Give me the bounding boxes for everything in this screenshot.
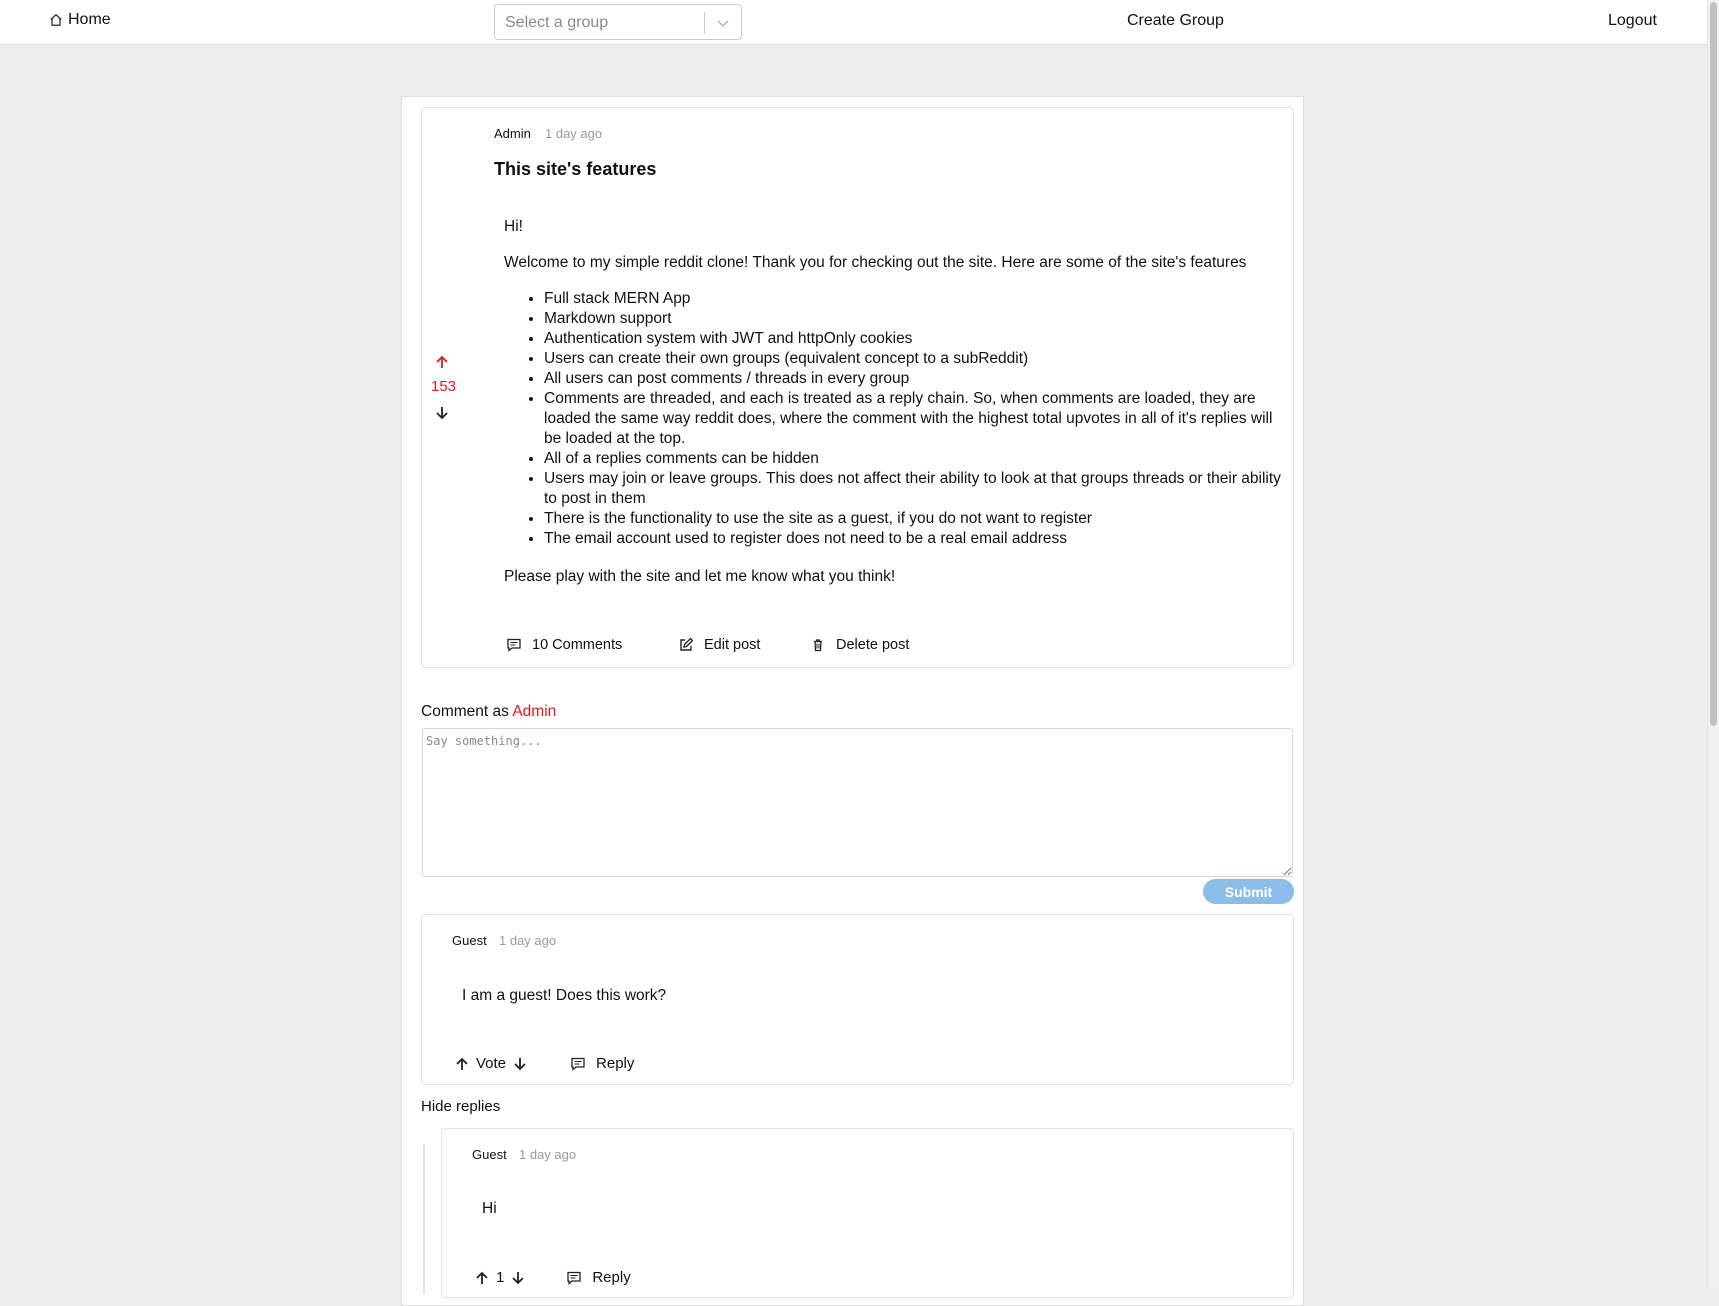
top-navbar: Home Select a group Create Group Logout: [0, 0, 1707, 45]
comment-icon: [567, 1271, 581, 1285]
home-link[interactable]: Home: [49, 11, 111, 29]
comment-icon: [571, 1057, 585, 1071]
delete-post-button[interactable]: Delete post: [810, 637, 909, 653]
comments-count-label: 10 Comments: [532, 637, 623, 653]
comment-timestamp: 1 day ago: [519, 1147, 577, 1162]
feature-item: Full stack MERN App: [544, 289, 1284, 309]
chevron-down-icon[interactable]: [715, 15, 731, 31]
thread-line[interactable]: [423, 1144, 425, 1294]
feature-list: Full stack MERN App Markdown support Aut…: [504, 289, 1284, 549]
comment-vote-label: Vote: [476, 1055, 507, 1072]
create-group-link[interactable]: Create Group: [1127, 12, 1224, 30]
reply-label: Reply: [592, 1269, 631, 1286]
feature-item: Users may join or leave groups. This doe…: [544, 469, 1284, 509]
scrollbar-thumb[interactable]: [1710, 2, 1717, 726]
post-vote-count: 153: [430, 378, 457, 395]
post-author[interactable]: Admin: [494, 126, 531, 141]
edit-icon: [680, 637, 694, 651]
trash-icon: [814, 639, 822, 652]
comment-actions: 1 Reply: [474, 1269, 631, 1286]
comment-as-prefix: Comment as: [421, 703, 509, 720]
comment-vote-count: 1: [496, 1269, 505, 1286]
comment-as-username[interactable]: Admin: [512, 703, 556, 720]
delete-post-label: Delete post: [836, 637, 910, 653]
comment-text: I am a guest! Does this work?: [462, 987, 667, 1004]
feature-item: Comments are threaded, and each is treat…: [544, 389, 1284, 449]
comment-textarea[interactable]: [422, 728, 1293, 877]
downvote-arrow-icon[interactable]: [512, 1056, 528, 1072]
home-icon: [50, 14, 62, 26]
post-title: This site's features: [494, 159, 657, 179]
logout-link[interactable]: Logout: [1608, 12, 1657, 30]
feature-item: Markdown support: [544, 309, 1284, 329]
reply-button[interactable]: Reply: [570, 1055, 634, 1072]
feature-item: Authentication system with JWT and httpO…: [544, 329, 1284, 349]
comment-author[interactable]: Guest: [472, 1147, 507, 1162]
comment-author[interactable]: Guest: [452, 933, 487, 948]
upvote-arrow-icon[interactable]: [454, 1056, 470, 1072]
group-select[interactable]: Select a group: [494, 4, 742, 40]
downvote-arrow-icon[interactable]: [434, 405, 450, 421]
feature-item: The email account used to register does …: [544, 529, 1284, 549]
reply-button[interactable]: Reply: [566, 1269, 631, 1286]
feature-item: There is the functionality to use the si…: [544, 509, 1284, 529]
comment-as-label: Comment as Admin: [421, 703, 556, 721]
hide-replies-link[interactable]: Hide replies: [421, 1098, 500, 1115]
home-label: Home: [68, 11, 111, 28]
comment-text: Hi: [482, 1200, 497, 1217]
edit-post-label: Edit post: [704, 637, 761, 653]
feature-item: All users can post comments / threads in…: [544, 369, 1284, 389]
post-intro: Welcome to my simple reddit clone! Thank…: [504, 254, 1247, 271]
edit-post-button[interactable]: Edit post: [678, 637, 760, 653]
select-separator: [704, 12, 705, 34]
post-outro: Please play with the site and let me kno…: [504, 568, 896, 585]
group-select-placeholder: Select a group: [505, 14, 609, 31]
comment-icon: [507, 638, 521, 652]
upvote-arrow-icon[interactable]: [434, 354, 450, 370]
feature-item: Users can create their own groups (equiv…: [544, 349, 1284, 369]
feature-item: All of a replies comments can be hidden: [544, 449, 1284, 469]
post-greeting: Hi!: [504, 218, 523, 235]
comments-button[interactable]: 10 Comments: [506, 637, 622, 653]
reply-label: Reply: [596, 1055, 635, 1072]
page-scrollbar[interactable]: [1707, 0, 1719, 1288]
post-timestamp: 1 day ago: [545, 126, 603, 141]
comment-actions: Vote Reply: [454, 1055, 634, 1072]
submit-button[interactable]: Submit: [1203, 879, 1294, 904]
upvote-arrow-icon[interactable]: [474, 1270, 490, 1286]
downvote-arrow-icon[interactable]: [510, 1270, 526, 1286]
comment-timestamp: 1 day ago: [499, 933, 557, 948]
